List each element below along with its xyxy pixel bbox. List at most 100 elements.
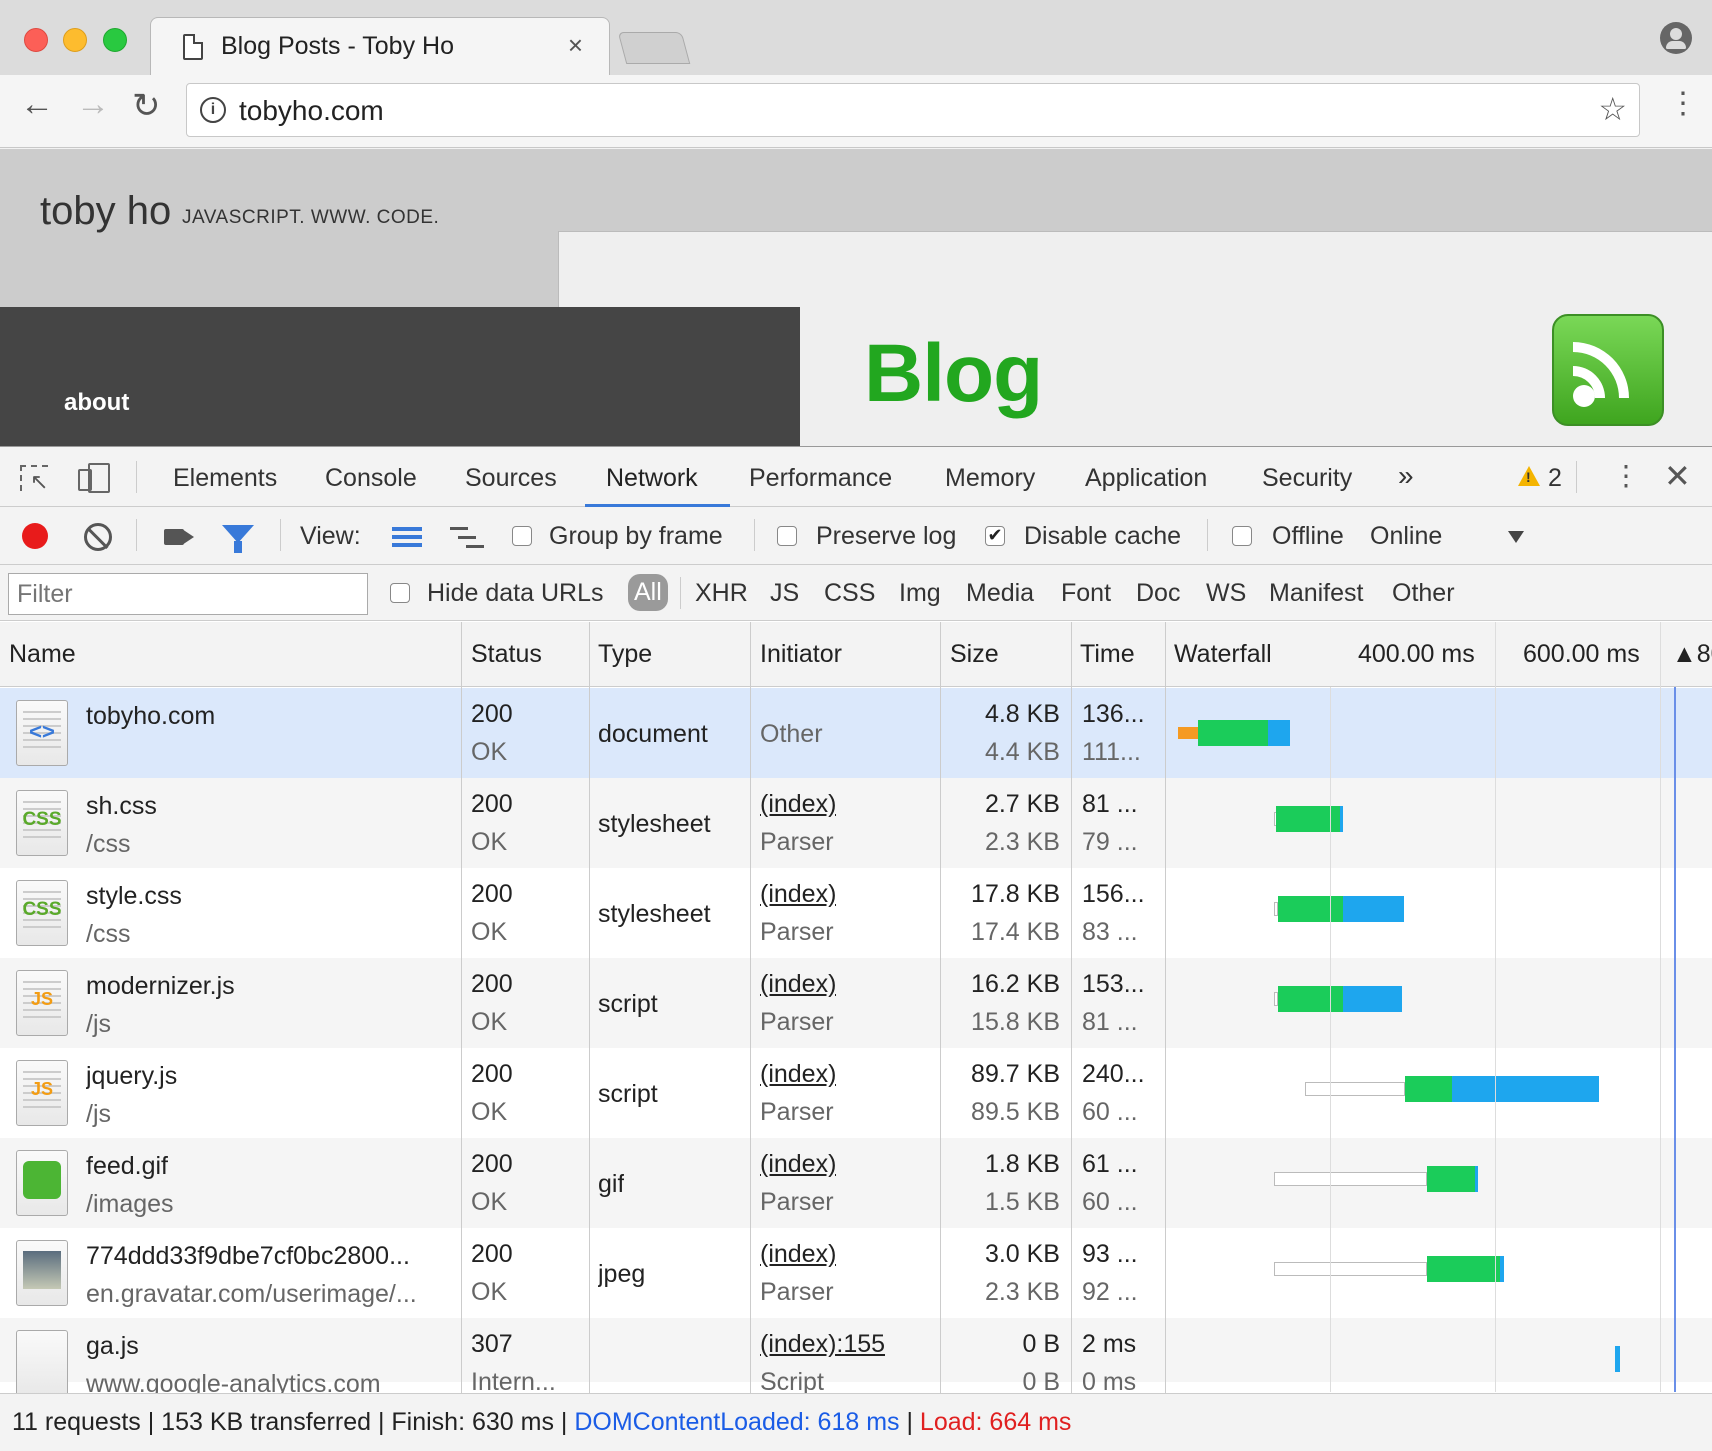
- filter-type-other[interactable]: Other: [1392, 579, 1455, 608]
- waterfall-stalled-bar[interactable]: [1305, 1082, 1405, 1096]
- overview-icon[interactable]: [450, 527, 484, 549]
- close-devtools-icon[interactable]: ✕: [1664, 457, 1691, 495]
- filter-type-media[interactable]: Media: [966, 579, 1034, 608]
- waterfall-download-bar[interactable]: [1615, 1346, 1620, 1372]
- waterfall-download-bar[interactable]: [1343, 896, 1404, 922]
- new-tab-button[interactable]: [617, 32, 691, 64]
- waterfall-download-bar[interactable]: [1452, 1076, 1599, 1102]
- initiator-link[interactable]: (index): [760, 880, 836, 909]
- forward-arrow-icon[interactable]: →: [76, 87, 110, 121]
- browser-tab[interactable]: Blog Posts - Toby Ho ×: [150, 17, 610, 77]
- request-row[interactable]: 774ddd33f9dbe7cf0bc2800... en.gravatar.co…: [0, 1228, 1712, 1318]
- filter-type-js[interactable]: JS: [770, 579, 799, 608]
- request-row[interactable]: CSS style.css/css 200 OK stylesheet (index) Pa…: [0, 868, 1712, 958]
- record-icon[interactable]: [22, 523, 48, 549]
- nav-link-about[interactable]: about: [64, 389, 129, 417]
- waterfall-stalled-bar[interactable]: [1274, 1262, 1427, 1276]
- waterfall-waiting-bar[interactable]: [1198, 720, 1268, 746]
- column-size[interactable]: Size: [950, 640, 999, 669]
- filter-icon[interactable]: [222, 525, 254, 553]
- close-tab-icon[interactable]: ×: [568, 30, 583, 61]
- warning-icon[interactable]: [1518, 466, 1540, 486]
- disable-cache-label[interactable]: Disable cache: [1024, 522, 1181, 551]
- waterfall-queue-bar[interactable]: [1178, 727, 1198, 739]
- inspect-element-icon[interactable]: [20, 465, 48, 495]
- column-type[interactable]: Type: [598, 640, 652, 669]
- minimize-window-button[interactable]: [63, 28, 87, 52]
- hide-data-urls-label[interactable]: Hide data URLs: [427, 579, 603, 608]
- back-arrow-icon[interactable]: ←: [20, 87, 54, 121]
- reload-icon[interactable]: ↻: [132, 89, 161, 123]
- preserve-log-checkbox[interactable]: [777, 526, 797, 546]
- column-waterfall[interactable]: Waterfall: [1174, 640, 1272, 669]
- devtools-menu-icon[interactable]: ⋮: [1612, 459, 1640, 492]
- capture-screenshots-icon[interactable]: [164, 529, 184, 545]
- initiator-link[interactable]: (index): [760, 970, 836, 999]
- column-status[interactable]: Status: [471, 640, 542, 669]
- address-bar[interactable]: i tobyho.com ☆: [186, 83, 1640, 137]
- profile-icon[interactable]: [1660, 22, 1692, 54]
- filter-type-doc[interactable]: Doc: [1136, 579, 1180, 608]
- more-tabs-icon[interactable]: »: [1398, 460, 1414, 492]
- bookmark-star-icon[interactable]: ☆: [1598, 90, 1627, 128]
- waterfall-waiting-bar[interactable]: [1427, 1256, 1500, 1282]
- group-by-frame-checkbox[interactable]: [512, 526, 532, 546]
- filter-input[interactable]: [8, 573, 368, 615]
- column-time[interactable]: Time: [1080, 640, 1135, 669]
- request-row[interactable]: ga.js www.google-analytics.com 307 Intern..…: [0, 1318, 1712, 1398]
- tab-memory[interactable]: Memory: [945, 464, 1035, 493]
- filter-type-xhr[interactable]: XHR: [695, 579, 748, 608]
- site-name[interactable]: toby ho: [40, 189, 171, 234]
- browser-menu-icon[interactable]: ⋮: [1668, 89, 1698, 119]
- column-initiator[interactable]: Initiator: [760, 640, 842, 669]
- waterfall-stalled-bar[interactable]: [1274, 1172, 1427, 1186]
- filter-type-css[interactable]: CSS: [824, 579, 875, 608]
- waterfall-download-bar[interactable]: [1500, 1256, 1504, 1282]
- initiator-link[interactable]: (index): [760, 790, 836, 819]
- preserve-log-label[interactable]: Preserve log: [816, 522, 956, 551]
- group-by-frame-label[interactable]: Group by frame: [549, 522, 723, 551]
- request-row[interactable]: CSS sh.css/css 200 OK stylesheet (index) Parse…: [0, 778, 1712, 868]
- tab-sources[interactable]: Sources: [465, 464, 557, 493]
- waterfall-download-bar[interactable]: [1343, 986, 1402, 1012]
- waterfall-waiting-bar[interactable]: [1278, 986, 1343, 1012]
- filter-type-img[interactable]: Img: [899, 579, 941, 608]
- waterfall-download-bar[interactable]: [1268, 720, 1290, 746]
- info-icon[interactable]: i: [200, 97, 226, 123]
- url-text[interactable]: tobyho.com: [239, 95, 384, 127]
- waterfall-waiting-bar[interactable]: [1405, 1076, 1452, 1102]
- filter-type-font[interactable]: Font: [1061, 579, 1111, 608]
- initiator-link[interactable]: (index):155: [760, 1330, 885, 1359]
- large-rows-icon[interactable]: [392, 527, 422, 547]
- tab-network[interactable]: Network: [606, 464, 698, 493]
- waterfall-waiting-bar[interactable]: [1427, 1166, 1475, 1192]
- initiator-link[interactable]: (index): [760, 1240, 836, 1269]
- tab-elements[interactable]: Elements: [173, 464, 277, 493]
- chevron-down-icon[interactable]: [1508, 531, 1524, 543]
- hide-data-urls-checkbox[interactable]: [390, 583, 410, 603]
- initiator-link[interactable]: (index): [760, 1150, 836, 1179]
- clear-icon[interactable]: [84, 523, 112, 551]
- throttling-select[interactable]: Online: [1370, 522, 1442, 551]
- device-toolbar-icon[interactable]: [78, 461, 112, 493]
- offline-checkbox[interactable]: [1232, 526, 1252, 546]
- tab-console[interactable]: Console: [325, 464, 417, 493]
- filter-type-ws[interactable]: WS: [1206, 579, 1246, 608]
- waterfall-download-bar[interactable]: [1340, 806, 1343, 832]
- column-name[interactable]: Name: [9, 640, 76, 669]
- request-row[interactable]: <> tobyho.com 200 OK document Other 4.8 KB 4.4 …: [0, 688, 1712, 778]
- close-window-button[interactable]: [24, 28, 48, 52]
- tab-performance[interactable]: Performance: [749, 464, 892, 493]
- filter-type-all[interactable]: All: [628, 574, 668, 611]
- tab-application[interactable]: Application: [1085, 464, 1207, 493]
- request-row[interactable]: feed.gif/images 200 OK gif (index) Parser 1.8 …: [0, 1138, 1712, 1228]
- request-row[interactable]: JS jquery.js/js 200 OK script (index) Parser 89…: [0, 1048, 1712, 1138]
- offline-label[interactable]: Offline: [1272, 522, 1344, 551]
- zoom-window-button[interactable]: [103, 28, 127, 52]
- disable-cache-checkbox[interactable]: ✔: [985, 526, 1005, 546]
- initiator-link[interactable]: (index): [760, 1060, 836, 1089]
- rss-feed-icon[interactable]: [1552, 314, 1664, 426]
- waterfall-waiting-bar[interactable]: [1278, 896, 1343, 922]
- request-row[interactable]: JS modernizer.js/js 200 OK script (index) Pars…: [0, 958, 1712, 1048]
- tab-security[interactable]: Security: [1262, 464, 1352, 493]
